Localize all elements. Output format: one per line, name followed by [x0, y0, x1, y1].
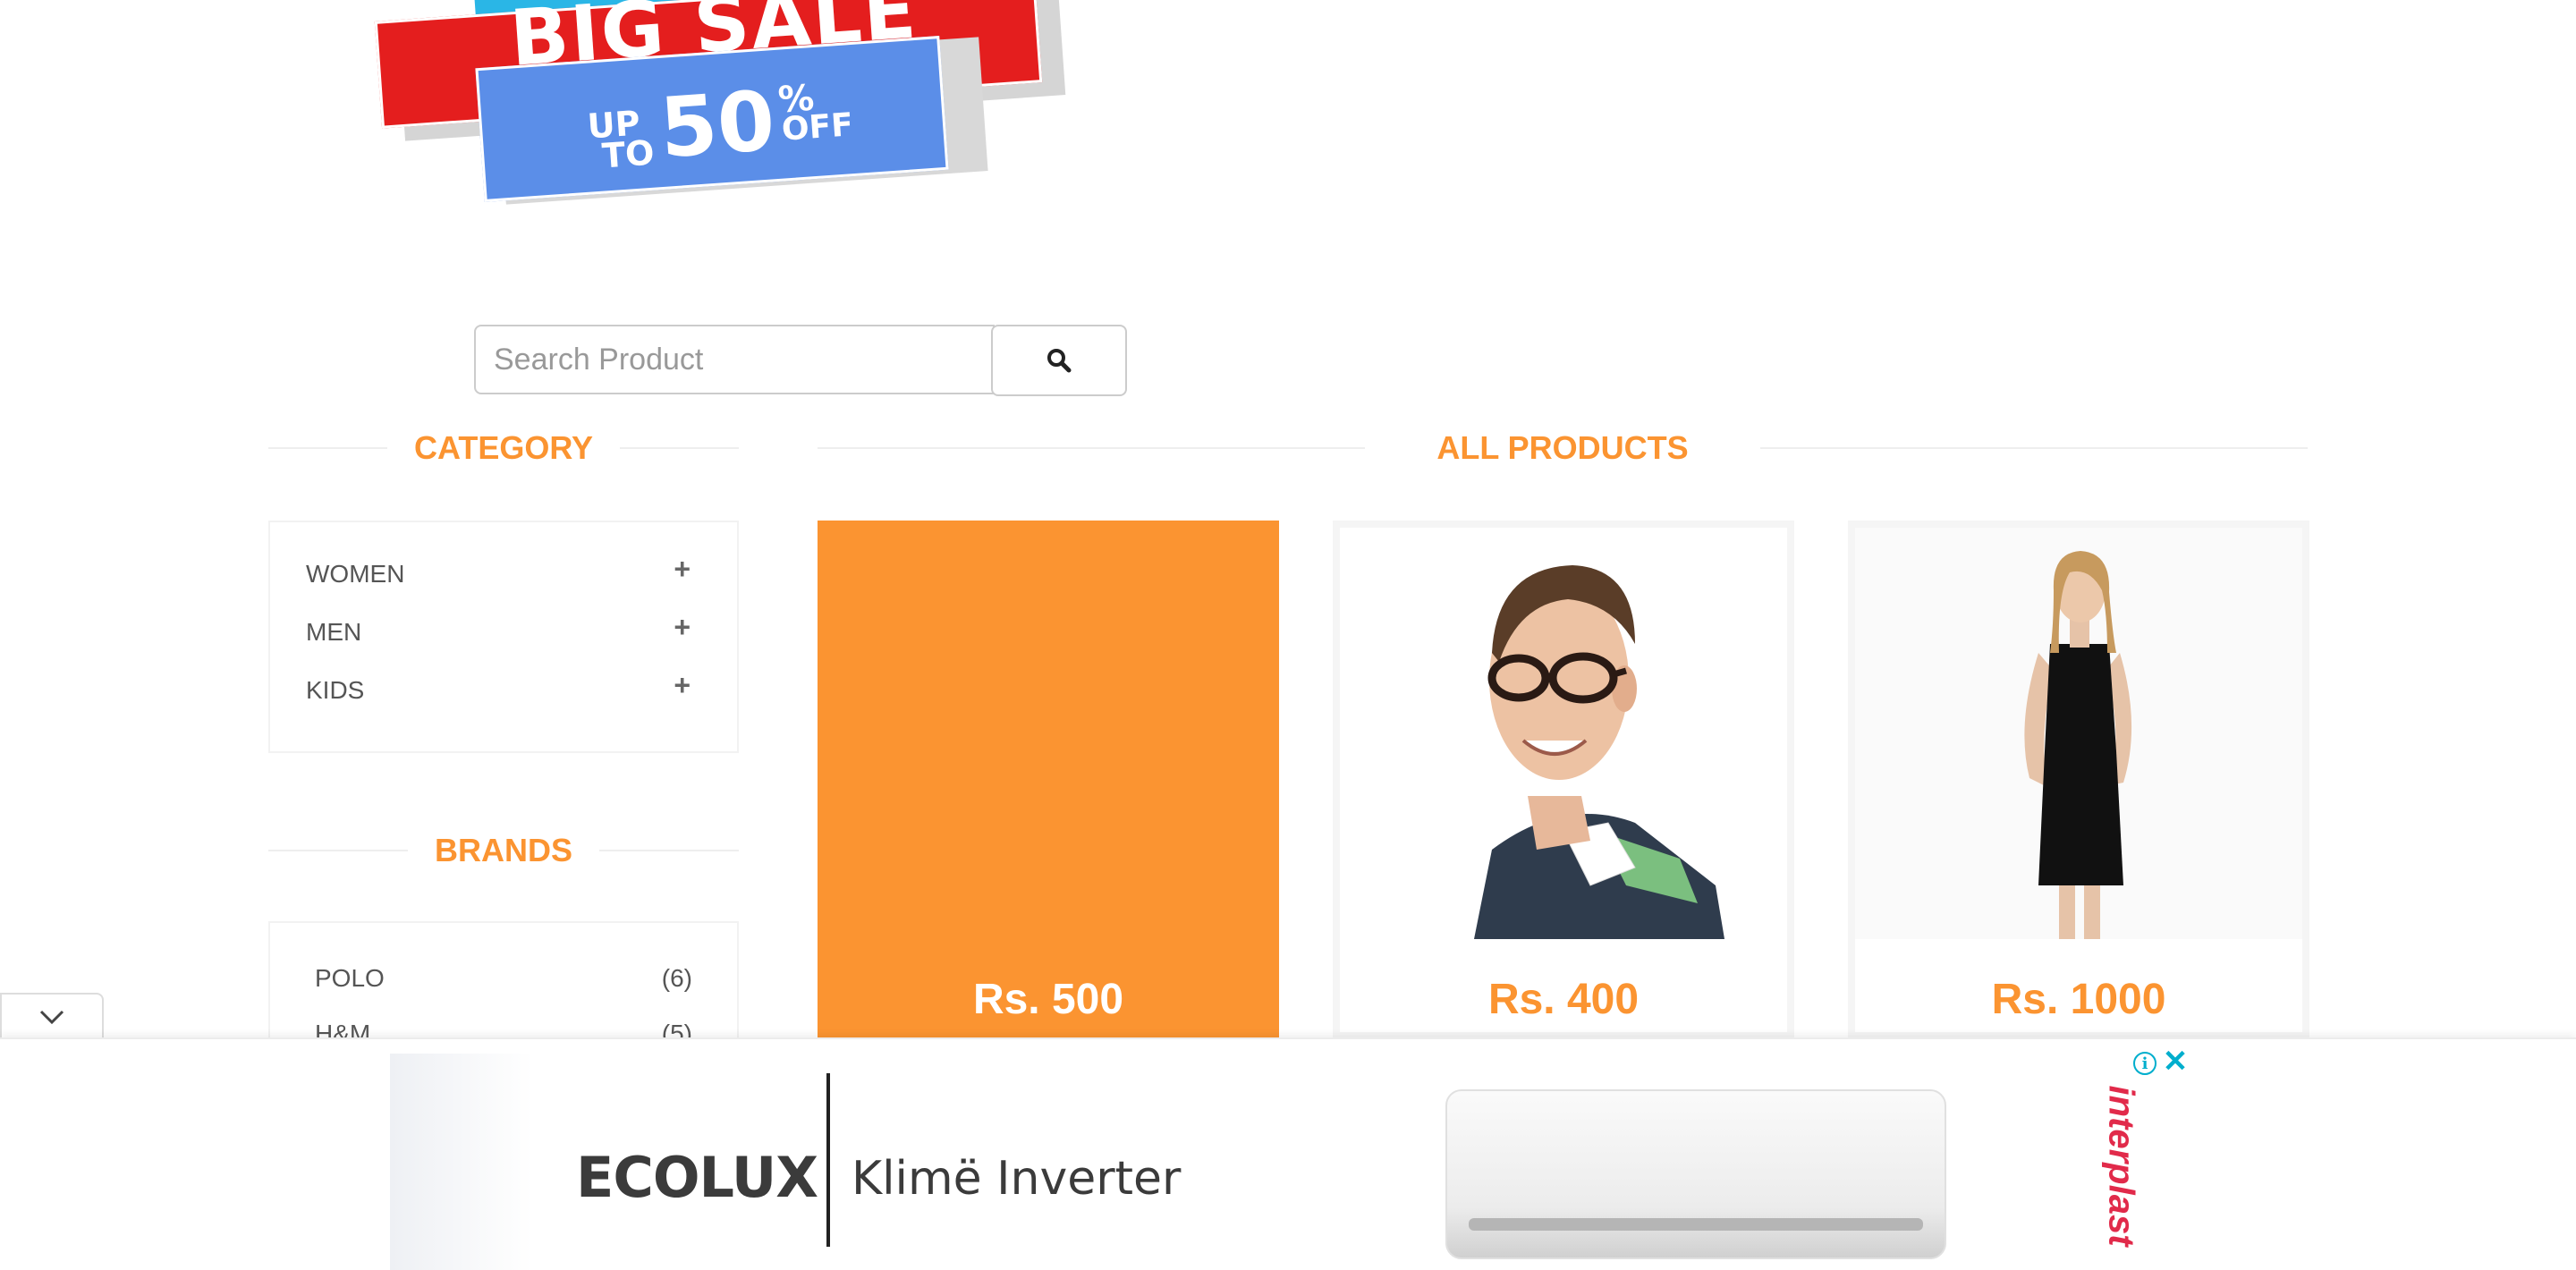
product-card[interactable]: Rs. 500	[818, 521, 1279, 1039]
info-icon[interactable]: i	[2133, 1052, 2157, 1075]
banner-upto: UP TO	[586, 104, 656, 176]
category-item-men[interactable]: MEN	[306, 618, 361, 647]
title-rule	[1759, 447, 2308, 449]
woman-photo	[2024, 551, 2132, 939]
title-rule	[620, 447, 740, 449]
title-rule	[268, 850, 408, 851]
close-icon[interactable]: ✕	[2161, 1045, 2190, 1079]
brand-count: (6)	[661, 964, 692, 992]
brands-title: BRANDS	[268, 832, 740, 869]
search-icon	[1047, 349, 1072, 373]
category-heading: CATEGORY	[414, 429, 594, 466]
ad-divider	[826, 1073, 830, 1247]
all-products-heading: ALL PRODUCTS	[1436, 429, 1689, 466]
search-bar	[474, 325, 1127, 396]
category-item-women[interactable]: WOMEN	[306, 560, 404, 588]
product-price: Rs. 1000	[1991, 976, 2166, 1023]
product-image-man[interactable]	[1340, 528, 1787, 939]
category-item-kids[interactable]: KIDS	[306, 676, 364, 705]
product-price: Rs. 500	[972, 976, 1124, 1023]
product-card[interactable]: Rs. 400	[1333, 521, 1794, 1039]
air-conditioner-image	[1445, 1089, 1946, 1259]
ad-creative[interactable]: ECOLUX Klimë Inverter interplast	[390, 1054, 2184, 1270]
plus-icon[interactable]: +	[674, 611, 691, 644]
product-image-woman[interactable]	[1855, 528, 2302, 939]
search-input[interactable]	[474, 325, 995, 394]
brands-heading: BRANDS	[435, 832, 573, 868]
ad-tagline: Klimë Inverter	[852, 1152, 1182, 1206]
ad-brand: ECOLUX	[576, 1145, 818, 1210]
title-rule	[818, 447, 1366, 449]
all-products-title: ALL PRODUCTS	[818, 429, 2308, 467]
category-title: CATEGORY	[268, 429, 740, 467]
search-button[interactable]	[991, 325, 1127, 396]
plus-icon[interactable]: +	[674, 669, 691, 702]
brand-item-polo[interactable]: POLO	[315, 964, 385, 993]
ad-sponsor: interplast	[2101, 1084, 2141, 1247]
title-rule	[268, 447, 387, 449]
ad-collapse-button[interactable]	[0, 993, 104, 1039]
sale-banner[interactable]: BIG SALE UP TO 50 % OFF	[358, 0, 1073, 215]
banner-amount: 50	[657, 72, 778, 177]
ad-sponsor-logo: interplast	[2089, 1064, 2152, 1266]
ad-bar: ECOLUX Klimë Inverter interplast	[0, 1037, 2576, 1270]
banner-to: TO	[600, 132, 656, 176]
category-panel: WOMEN + MEN + KIDS +	[268, 521, 739, 753]
plus-icon[interactable]: +	[674, 553, 691, 586]
product-card[interactable]: Rs. 1000	[1848, 521, 2309, 1039]
product-price: Rs. 400	[1487, 976, 1640, 1023]
man-photo	[1474, 565, 1724, 939]
banner-off: OFF	[780, 106, 855, 148]
chevron-down-icon	[39, 1010, 64, 1025]
title-rule	[599, 850, 740, 851]
ac-vent	[1469, 1218, 1923, 1231]
